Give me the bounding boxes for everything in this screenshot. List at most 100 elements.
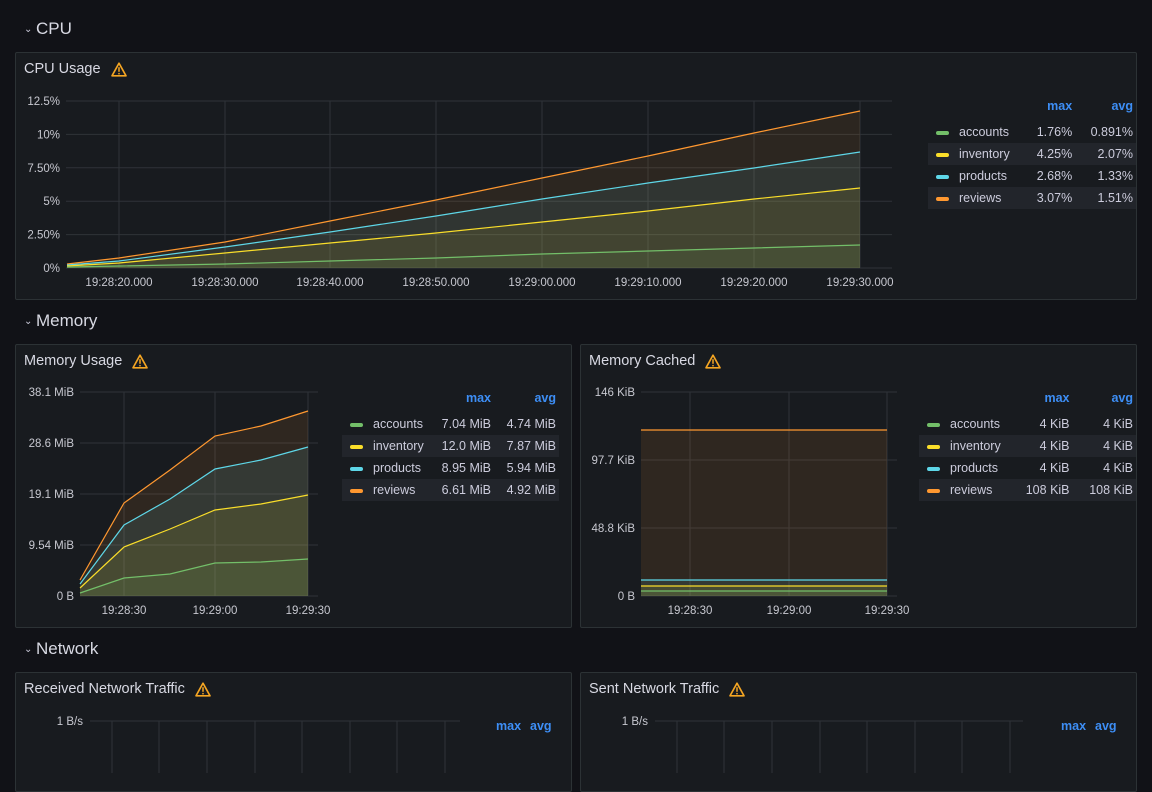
legend-series-name: accounts <box>959 125 1010 139</box>
legend-max-value: 108 KiB <box>1009 479 1073 501</box>
legend-header-max[interactable]: max <box>1061 719 1086 733</box>
y-tick-label: 0 B <box>618 591 636 603</box>
legend-series-name: products <box>950 461 998 475</box>
legend-row[interactable]: products 2.68% 1.33% <box>928 165 1136 187</box>
y-tick-label: 10% <box>37 129 60 141</box>
legend-series-name: reviews <box>950 483 993 497</box>
legend-row[interactable]: products 4 KiB 4 KiB <box>919 457 1136 479</box>
x-tick-label: 19:28:20.000 <box>85 277 152 289</box>
panel-sent-network-traffic[interactable]: Sent Network Traffic 1 B/s max avg <box>580 672 1137 792</box>
x-tick-label: 19:29:30 <box>286 605 331 617</box>
y-tick-label: 1 B/s <box>622 716 648 728</box>
legend-row[interactable]: accounts 1.76% 0.891% <box>928 121 1136 143</box>
x-tick-label: 19:28:30 <box>668 605 713 617</box>
series-swatch <box>350 444 363 449</box>
row-header-memory[interactable]: ⌄ Memory <box>24 311 97 331</box>
row-title-memory: Memory <box>36 311 98 330</box>
legend-series-name: products <box>959 169 1007 183</box>
legend-series-name: accounts <box>373 417 424 431</box>
memory-usage-legend: max avg accounts 7.04 MiB 4.74 MiB inven… <box>342 391 559 501</box>
y-tick-label: 12.5% <box>27 96 60 108</box>
received-traffic-legend: max avg <box>496 719 552 733</box>
legend-row[interactable]: inventory 12.0 MiB 7.87 MiB <box>342 435 559 457</box>
y-tick-label: 97.7 KiB <box>592 455 636 467</box>
x-tick-label: 19:29:30 <box>865 605 910 617</box>
legend-max-value: 12.0 MiB <box>429 435 494 457</box>
legend-avg-value: 2.07% <box>1075 143 1136 165</box>
legend-header-avg[interactable]: avg <box>530 719 552 733</box>
y-tick-label: 38.1 MiB <box>29 387 75 399</box>
memory-cached-chart[interactable]: 0 B 48.8 KiB 97.7 KiB 146 KiB 19:28:30 19:29:… <box>581 345 916 625</box>
y-tick-label: 2.50% <box>27 230 60 242</box>
x-tick-label: 19:28:40.000 <box>296 277 363 289</box>
series-swatch <box>927 466 940 471</box>
legend-series-name: accounts <box>950 417 1001 431</box>
row-header-cpu[interactable]: ⌄ CPU <box>24 19 72 39</box>
legend-header-avg[interactable]: avg <box>1075 99 1136 121</box>
x-tick-label: 19:29:30.000 <box>826 277 893 289</box>
memory-usage-chart[interactable]: 0 B 9.54 MiB 19.1 MiB 28.6 MiB 38.1 MiB 19:28… <box>16 345 346 625</box>
legend-max-value: 1.76% <box>1036 125 1073 139</box>
accounts-area <box>641 591 887 596</box>
legend-max-value: 4 KiB <box>1039 417 1070 431</box>
series-swatch <box>927 444 940 449</box>
panel-memory-usage[interactable]: Memory Usage 0 B 9.54 MiB 19.1 MiB 28.6 MiB… <box>15 344 572 628</box>
legend-avg-value: 5.94 MiB <box>506 461 556 475</box>
legend-max-value: 3.07% <box>1017 187 1076 209</box>
y-tick-label: 28.6 MiB <box>29 438 75 450</box>
legend-row[interactable]: inventory 4.25% 2.07% <box>928 143 1136 165</box>
legend-header-max[interactable]: max <box>1018 99 1076 121</box>
legend-header-avg[interactable]: avg <box>1073 391 1136 413</box>
sent-traffic-chart[interactable]: 1 B/s <box>581 673 1041 773</box>
legend-series-name: inventory <box>373 439 424 453</box>
legend-avg-value: 7.87 MiB <box>494 435 559 457</box>
legend-header-max[interactable]: max <box>1009 391 1072 413</box>
legend-row[interactable]: reviews 6.61 MiB 4.92 MiB <box>342 479 559 501</box>
received-traffic-chart[interactable]: 1 B/s <box>16 673 476 773</box>
cpu-usage-chart[interactable]: 0% 2.50% 5% 7.50% 10% 12.5% 19:28:20.000 19:28:… <box>16 53 916 293</box>
legend-max-value: 7.04 MiB <box>441 417 491 431</box>
x-tick-label: 19:29:10.000 <box>614 277 681 289</box>
panel-memory-cached[interactable]: Memory Cached 0 B 48.8 KiB 97.7 KiB 146 KiB… <box>580 344 1137 628</box>
y-tick-label: 19.1 MiB <box>29 489 75 501</box>
legend-header-avg[interactable]: avg <box>494 391 559 413</box>
legend-row[interactable]: products 8.95 MiB 5.94 MiB <box>342 457 559 479</box>
legend-header-max[interactable]: max <box>496 719 521 733</box>
legend-avg-value: 0.891% <box>1090 125 1133 139</box>
legend-avg-value: 4 KiB <box>1072 435 1136 457</box>
cpu-usage-legend: max avg accounts 1.76% 0.891% inventory … <box>928 99 1136 209</box>
legend-row[interactable]: accounts 4 KiB 4 KiB <box>919 413 1136 435</box>
reviews-area <box>641 430 887 596</box>
y-tick-label: 48.8 KiB <box>592 523 636 535</box>
row-header-network[interactable]: ⌄ Network <box>24 639 98 659</box>
x-tick-label: 19:28:30 <box>102 605 147 617</box>
series-swatch <box>936 196 949 201</box>
series-swatch <box>927 422 940 427</box>
row-title-cpu: CPU <box>36 19 72 38</box>
legend-avg-value: 4 KiB <box>1103 461 1133 475</box>
x-tick-label: 19:29:00 <box>193 605 238 617</box>
legend-avg-value: 108 KiB <box>1072 479 1136 501</box>
panel-cpu-usage[interactable]: CPU Usage 0% 2.50% 5% 7.50% 10% 12.5% 19:28:20… <box>15 52 1137 300</box>
legend-series-name: inventory <box>959 147 1010 161</box>
legend-row[interactable]: reviews 108 KiB 108 KiB <box>919 479 1136 501</box>
panel-received-network-traffic[interactable]: Received Network Traffic 1 B/s max avg <box>15 672 572 792</box>
legend-avg-value: 1.51% <box>1075 187 1136 209</box>
x-tick-label: 19:29:00.000 <box>508 277 575 289</box>
legend-avg-value: 1.33% <box>1097 169 1133 183</box>
legend-row[interactable]: inventory 4 KiB 4 KiB <box>919 435 1136 457</box>
y-tick-label: 0 B <box>57 591 75 603</box>
legend-header-max[interactable]: max <box>429 391 494 413</box>
series-swatch <box>936 130 949 135</box>
legend-row[interactable]: reviews 3.07% 1.51% <box>928 187 1136 209</box>
memory-cached-legend: max avg accounts 4 KiB 4 KiB inventory 4… <box>919 391 1136 501</box>
legend-series-name: inventory <box>950 439 1001 453</box>
x-tick-label: 19:29:20.000 <box>720 277 787 289</box>
legend-avg-value: 4.92 MiB <box>494 479 559 501</box>
legend-series-name: reviews <box>959 191 1002 205</box>
legend-row[interactable]: accounts 7.04 MiB 4.74 MiB <box>342 413 559 435</box>
legend-header-avg[interactable]: avg <box>1095 719 1117 733</box>
chevron-down-icon: ⌄ <box>24 643 33 655</box>
legend-series-name: reviews <box>373 483 416 497</box>
legend-avg-value: 4.74 MiB <box>506 417 556 431</box>
